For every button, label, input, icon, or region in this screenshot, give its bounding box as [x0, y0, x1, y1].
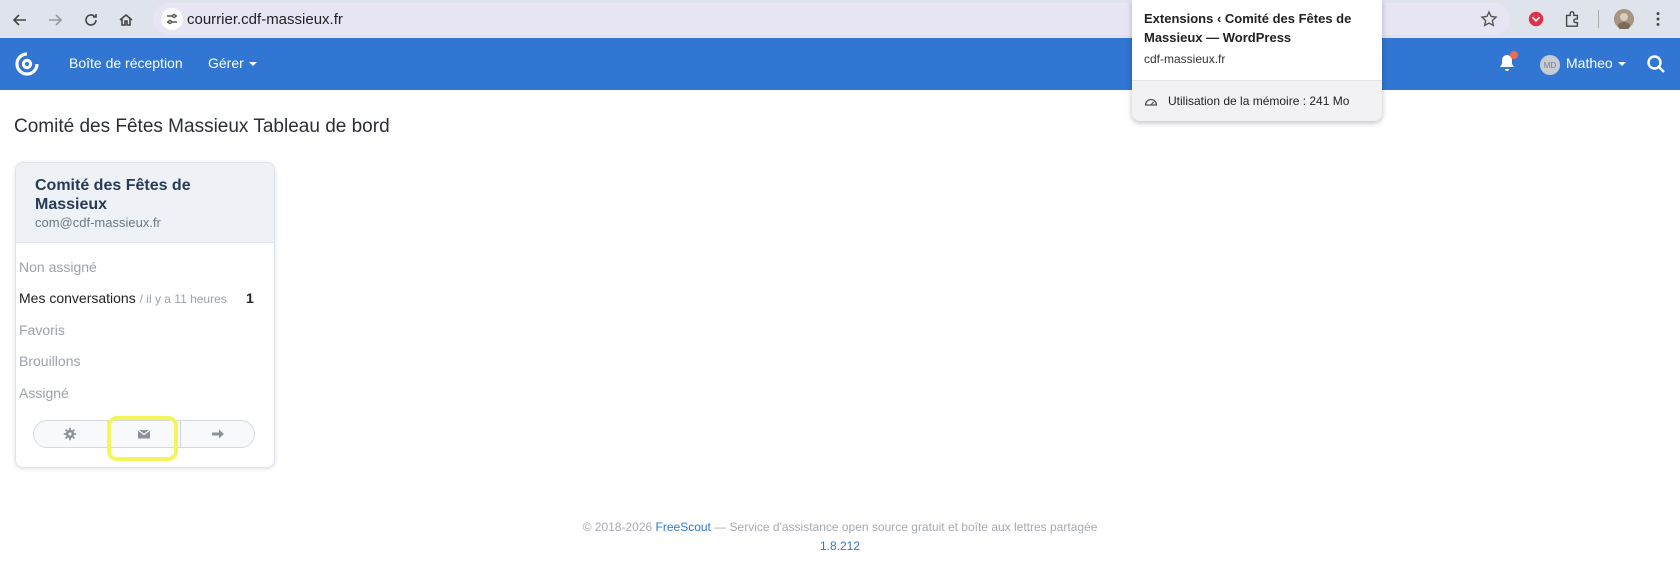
- toolbar-divider: [1598, 10, 1599, 28]
- notification-badge: [1510, 51, 1518, 59]
- folder-unassigned[interactable]: Non assigné: [19, 259, 97, 275]
- folder-drafts[interactable]: Brouillons: [19, 353, 80, 369]
- browser-toolbar: courrier.cdf-massieux.fr: [0, 0, 1680, 38]
- back-arrow-icon[interactable]: [9, 9, 31, 31]
- highlight-annotation: [107, 416, 178, 461]
- tab-hover-host: cdf-massieux.fr: [1144, 52, 1226, 66]
- memory-gauge-icon: [1144, 98, 1158, 106]
- mailbox-card-header: Comité des Fêtes de Massieux com@cdf-mas…: [16, 163, 274, 243]
- user-name-label: Matheo: [1566, 55, 1613, 71]
- home-icon[interactable]: [115, 9, 137, 31]
- mailbox-name[interactable]: Comité des Fêtes de Massieux: [35, 176, 255, 214]
- pocket-extension-icon[interactable]: [1526, 9, 1546, 29]
- open-mailbox-button[interactable]: [181, 421, 254, 447]
- nav-inbox-link[interactable]: Boîte de réception: [69, 55, 183, 71]
- chevron-down-icon: [1617, 62, 1626, 67]
- tab-hover-memory-row: Utilisation de la mémoire : 241 Mo: [1132, 80, 1382, 121]
- folder-my-conversations-time: / il y a 11 heures: [139, 292, 227, 306]
- nav-manage-dropdown[interactable]: Gérer: [208, 55, 257, 71]
- app-navbar: Boîte de réception Gérer MD Matheo: [0, 38, 1680, 90]
- page-title: Comité des Fêtes Massieux Tableau de bor…: [14, 116, 390, 137]
- mailbox-email: com@cdf-massieux.fr: [35, 215, 161, 230]
- footer-copyright: © 2018-2026: [582, 520, 653, 534]
- folder-assigned[interactable]: Assigné: [19, 385, 69, 401]
- reload-icon[interactable]: [80, 9, 102, 31]
- user-menu-dropdown[interactable]: Matheo: [1566, 55, 1626, 71]
- forward-arrow-icon[interactable]: [44, 9, 66, 31]
- mailbox-settings-button[interactable]: [34, 421, 108, 447]
- freescout-logo-icon[interactable]: [13, 50, 41, 78]
- search-icon[interactable]: [1646, 54, 1666, 74]
- bookmark-star-icon[interactable]: [1480, 10, 1498, 28]
- footer-version-link[interactable]: 1.8.212: [0, 539, 1680, 553]
- browser-menu-icon[interactable]: [1648, 9, 1668, 29]
- tab-hover-title: Extensions ‹ Comité des Fêtes de Massieu…: [1144, 11, 1352, 45]
- folder-my-conversations[interactable]: Mes conversations / il y a 11 heures: [19, 290, 227, 306]
- site-settings-icon[interactable]: [161, 8, 183, 30]
- folder-starred[interactable]: Favoris: [19, 322, 65, 338]
- arrow-right-icon: [211, 429, 224, 439]
- chevron-down-icon: [248, 62, 257, 67]
- profile-avatar-icon[interactable]: [1614, 9, 1634, 29]
- footer-freescout-link[interactable]: FreeScout: [656, 520, 711, 534]
- nav-manage-label: Gérer: [208, 55, 244, 71]
- gear-icon: [64, 427, 77, 441]
- url-text[interactable]: courrier.cdf-massieux.fr: [187, 11, 343, 28]
- extensions-puzzle-icon[interactable]: [1562, 9, 1582, 29]
- tab-hover-card: Extensions ‹ Comité des Fêtes de Massieu…: [1132, 0, 1382, 121]
- folder-my-conversations-count: 1: [246, 290, 254, 306]
- user-avatar[interactable]: MD: [1540, 55, 1560, 75]
- footer: © 2018-2026 FreeScout — Service d'assist…: [0, 520, 1680, 534]
- footer-tagline: — Service d'assistance open source gratu…: [710, 520, 1098, 534]
- folder-my-conversations-label: Mes conversations: [19, 290, 136, 306]
- tab-hover-memory: Utilisation de la mémoire : 241 Mo: [1168, 94, 1350, 108]
